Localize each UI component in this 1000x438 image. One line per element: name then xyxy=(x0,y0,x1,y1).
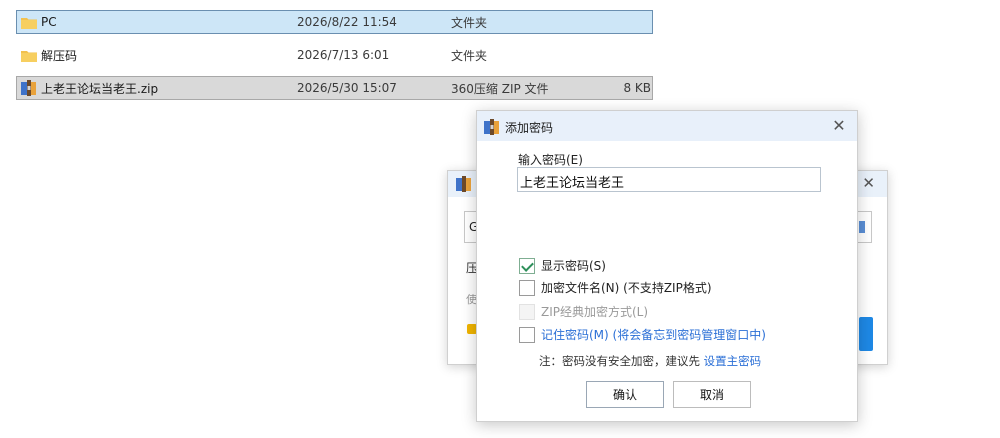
file-date: 2026/8/22 11:54 xyxy=(297,15,397,29)
close-icon[interactable]: ✕ xyxy=(828,115,850,137)
zip-classic-checkbox xyxy=(519,303,535,320)
add-password-dialog: 添加密码 ✕ 输入密码(E) 显示密码(S) 加密文件名(N) (不支持ZIP格… xyxy=(476,110,858,422)
encrypt-filenames-label: 加密文件名(N) (不支持ZIP格式) xyxy=(541,281,712,295)
desktop-stage: PC 2026/8/22 11:54 文件夹 解压码 2026/7/13 6:0… xyxy=(0,0,1000,438)
folder-icon xyxy=(21,49,41,62)
file-type: 文件夹 xyxy=(451,48,488,63)
remember-password-checkbox[interactable] xyxy=(519,326,535,343)
set-master-password-link[interactable]: 设置主密码 xyxy=(704,354,762,368)
file-type: 文件夹 xyxy=(451,15,488,30)
file-size: 8 KB xyxy=(623,81,651,95)
encrypt-filenames-checkbox[interactable] xyxy=(519,279,535,296)
remember-password-label: 记住密码(M) (将会备忘到密码管理窗口中) xyxy=(541,328,766,342)
zip-archive-icon xyxy=(484,119,500,138)
password-input[interactable] xyxy=(517,167,821,192)
encrypt-filenames-option[interactable]: 加密文件名(N) (不支持ZIP格式) xyxy=(519,279,712,296)
file-row-pc[interactable]: PC 2026/8/22 11:54 文件夹 xyxy=(16,10,653,34)
file-date: 2026/5/30 15:07 xyxy=(297,81,397,95)
zip-archive-icon xyxy=(21,80,41,96)
zip-classic-option: ZIP经典加密方式(L) xyxy=(519,303,648,320)
file-row-zip[interactable]: 上老王论坛当老王.zip 2026/5/30 15:07 360压缩 ZIP 文… xyxy=(16,76,653,100)
show-password-checkbox[interactable] xyxy=(519,257,535,274)
zip-classic-label: ZIP经典加密方式(L) xyxy=(541,305,649,319)
password-label: 输入密码(E) xyxy=(518,153,583,167)
file-type: 360压缩 ZIP 文件 xyxy=(451,81,549,96)
file-date: 2026/7/13 6:01 xyxy=(297,48,390,62)
zip-archive-icon xyxy=(456,176,472,195)
file-name: 解压码 xyxy=(41,48,78,63)
cancel-button[interactable]: 取消 xyxy=(673,381,751,408)
folder-icon xyxy=(21,16,41,29)
show-password-option[interactable]: 显示密码(S) xyxy=(519,257,606,274)
confirm-button[interactable]: 确认 xyxy=(586,381,664,408)
file-name: 上老王论坛当老王.zip xyxy=(41,81,159,96)
dialog-title: 添加密码 xyxy=(505,121,554,135)
close-icon[interactable]: ✕ xyxy=(862,174,875,192)
combo-dropdown-icon[interactable] xyxy=(859,221,865,233)
start-compress-button[interactable] xyxy=(859,317,873,351)
show-password-label: 显示密码(S) xyxy=(541,259,606,273)
security-note-text: 注：密码没有安全加密，建议先 xyxy=(539,354,704,368)
file-name: PC xyxy=(41,15,57,29)
file-row-unzip-code[interactable]: 解压码 2026/7/13 6:01 文件夹 xyxy=(16,43,653,67)
security-note: 注：密码没有安全加密，建议先 设置主密码 xyxy=(539,353,761,369)
remember-password-option[interactable]: 记住密码(M) (将会备忘到密码管理窗口中) xyxy=(519,326,766,343)
